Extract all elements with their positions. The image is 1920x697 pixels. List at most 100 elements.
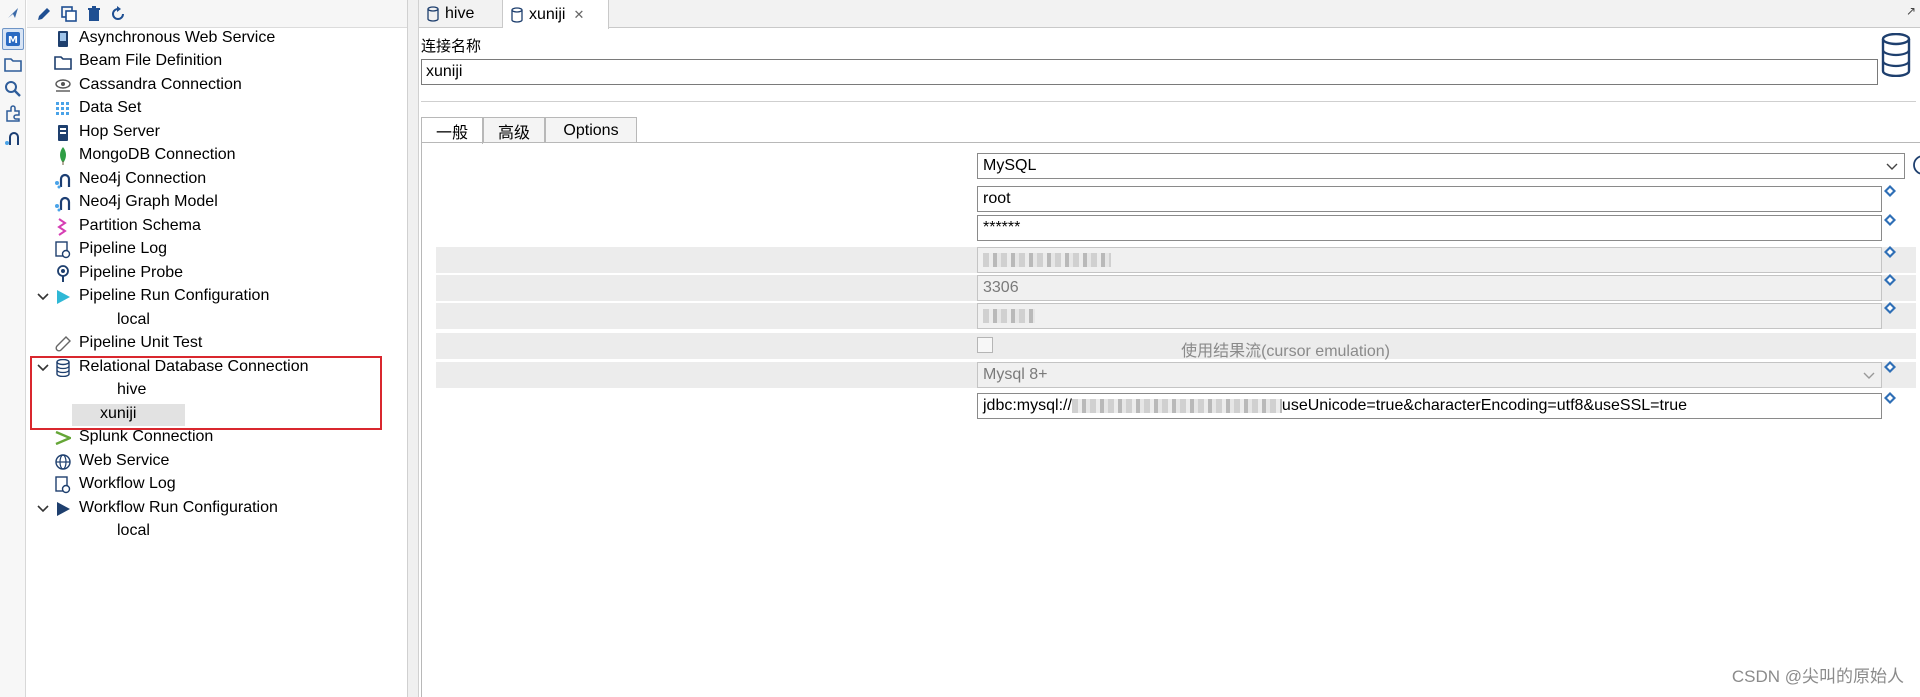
tree-item-partition-schema[interactable]: Partition Schema <box>27 216 407 238</box>
workflow-log-icon <box>54 476 72 494</box>
chevron-down-icon[interactable] <box>35 289 51 305</box>
chevron-down-icon <box>1886 158 1898 176</box>
tree-item-data-set[interactable]: Data Set <box>27 98 407 120</box>
watermark-text: CSDN @尖叫的原始人 <box>1731 667 1904 686</box>
metadata-perspective-icon[interactable]: M <box>2 28 24 50</box>
phone-icon <box>54 30 72 48</box>
variable-icon[interactable] <box>1884 391 1896 404</box>
edit-icon[interactable] <box>33 3 55 25</box>
tree-item-mongodb-connection[interactable]: MongoDB Connection <box>27 145 407 167</box>
test-tube-icon <box>54 335 72 353</box>
neo4j-perspective-icon[interactable] <box>2 128 24 150</box>
tree-item-pipeline-unit-test[interactable]: Pipeline Unit Test <box>27 333 407 355</box>
folder-icon[interactable] <box>2 53 24 75</box>
dataset-icon <box>54 100 72 118</box>
help-icon[interactable]: ? <box>1912 154 1920 181</box>
svg-text:M: M <box>8 35 18 46</box>
metadata-toolbar <box>27 0 407 28</box>
variable-icon[interactable] <box>1884 360 1896 373</box>
field-database-type: Select database type: Mysql 8+ <box>436 360 1916 388</box>
tree-item-pipeline-run-configuration[interactable]: Pipeline Run Configuration <box>27 286 407 308</box>
splunk-icon <box>54 429 72 447</box>
pipeline-log-icon <box>54 241 72 259</box>
field-port: 端口号 3306 <box>436 273 1916 302</box>
close-tab-icon[interactable]: ✕ <box>573 7 584 23</box>
connection-url-input[interactable]: jdbc:mysql://useUnicode=true&characterEn… <box>977 393 1882 419</box>
tree-item-workflow-log[interactable]: Workflow Log <box>27 474 407 496</box>
tree-item-workflow-run-configuration[interactable]: Workflow Run Configuration <box>27 498 407 520</box>
field-connection-type: 连接类型 MySQL ? <box>436 153 1920 180</box>
variable-icon[interactable] <box>1884 273 1896 286</box>
tree-item-hop-server[interactable]: Hop Server <box>27 122 407 144</box>
redacted-text <box>983 252 1111 267</box>
redacted-text <box>1071 398 1282 413</box>
folder-icon <box>54 53 72 71</box>
duplicate-icon[interactable] <box>58 3 80 25</box>
chevron-down-icon[interactable] <box>35 501 51 517</box>
partition-icon <box>54 218 72 236</box>
separator <box>421 101 1916 102</box>
tree-item-cassandra-connection[interactable]: Cassandra Connection <box>27 75 407 97</box>
tree-item-workflow-run-local[interactable]: local <box>27 521 407 543</box>
general-tab-panel: 连接类型 MySQL ? 用户名 root 密码 ****** 服务器主机名 <box>421 142 1920 697</box>
field-username: 用户名 root <box>436 184 1916 213</box>
tab-options[interactable]: Options <box>545 117 637 143</box>
field-host: 服务器主机名 <box>436 245 1916 274</box>
server-icon <box>54 124 72 142</box>
redacted-text <box>983 308 1035 323</box>
search-icon[interactable] <box>2 78 24 100</box>
pointer-icon[interactable] <box>2 2 24 24</box>
connection-name-input[interactable]: xuniji <box>421 59 1878 85</box>
delete-icon[interactable] <box>83 3 105 25</box>
cursor-emulation-checkbox[interactable] <box>977 337 993 353</box>
tab-xuniji[interactable]: xuniji ✕ <box>503 0 609 29</box>
tree-item-pipeline-log[interactable]: Pipeline Log <box>27 239 407 261</box>
tree-item-neo4j-graph-model[interactable]: Neo4j Graph Model <box>27 192 407 214</box>
variable-icon[interactable] <box>1884 213 1896 226</box>
globe-icon <box>54 453 72 471</box>
plugin-icon[interactable] <box>2 103 24 125</box>
highlight-annotation-box <box>30 356 382 430</box>
probe-icon <box>54 265 72 283</box>
database-name-input[interactable] <box>977 303 1882 329</box>
variable-icon[interactable] <box>1884 184 1896 197</box>
host-input[interactable] <box>977 247 1882 273</box>
tab-general[interactable]: 一般 <box>421 117 483 144</box>
cassandra-icon <box>54 77 72 95</box>
tree-item-neo4j-connection[interactable]: Neo4j Connection <box>27 169 407 191</box>
connection-type-select[interactable]: MySQL <box>977 153 1905 179</box>
connection-name-label: 连接名称 <box>421 38 482 55</box>
port-input[interactable]: 3306 <box>977 275 1882 301</box>
database-icon <box>1880 32 1912 82</box>
tab-hive[interactable]: hive <box>419 0 503 28</box>
connection-editor: 连接名称 xuniji 一般 高级 Options 连接类型 MySQL ? 用… <box>419 29 1920 697</box>
database-icon <box>427 6 439 22</box>
neo4j-icon <box>54 194 72 212</box>
variable-icon[interactable] <box>1884 301 1896 314</box>
run-triangle-icon <box>54 288 72 306</box>
field-password: 密码 ****** <box>436 213 1916 242</box>
tree-item-pipeline-run-local[interactable]: local <box>27 310 407 332</box>
maximize-icon[interactable]: ↗ <box>1906 4 1916 18</box>
tree-item-asynchronous-web-service[interactable]: Asynchronous Web Service <box>27 28 407 50</box>
chevron-down-icon <box>1863 367 1875 385</box>
field-cursor-emulation: 使用结果流(cursor emulation) <box>436 333 1916 360</box>
field-connection-url: Manual connection URL jdbc:mysql://useUn… <box>436 391 1916 419</box>
tab-advanced[interactable]: 高级 <box>483 117 545 143</box>
tree-item-web-service[interactable]: Web Service <box>27 451 407 473</box>
tree-item-splunk-connection[interactable]: Splunk Connection <box>27 427 407 449</box>
mongodb-leaf-icon <box>54 147 72 165</box>
refresh-icon[interactable] <box>107 3 129 25</box>
username-input[interactable]: root <box>977 186 1882 212</box>
editor-tabs: hive xuniji ✕ ↗ <box>419 0 1920 29</box>
panel-splitter[interactable] <box>407 0 419 697</box>
tree-item-beam-file-definition[interactable]: Beam File Definition <box>27 51 407 73</box>
tree-item-pipeline-probe[interactable]: Pipeline Probe <box>27 263 407 285</box>
variable-icon[interactable] <box>1884 245 1896 258</box>
database-type-select[interactable]: Mysql 8+ <box>977 362 1882 388</box>
password-input[interactable]: ****** <box>977 215 1882 241</box>
neo4j-icon <box>54 171 72 189</box>
field-database-name: 数据库名称 <box>436 301 1916 330</box>
run-triangle-dark-icon <box>54 500 72 518</box>
cursor-emulation-label: 使用结果流(cursor emulation) <box>1181 343 1390 360</box>
